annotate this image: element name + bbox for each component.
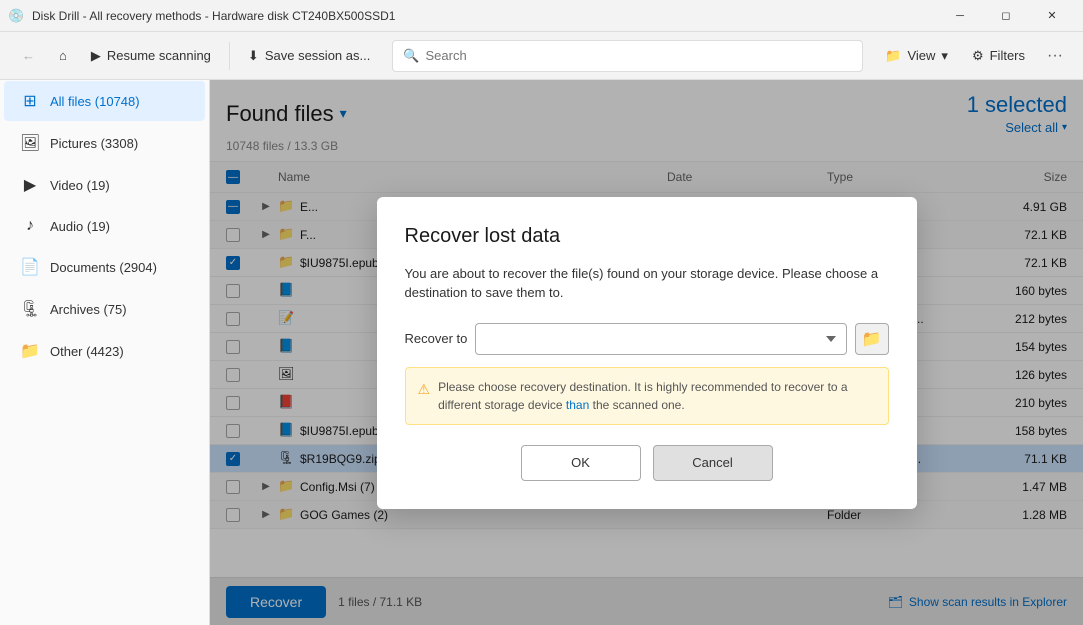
sidebar: ⊞ All files (10748) 🖼 Pictures (3308) ▶ … [0,80,210,625]
archive-icon: 🗜 [20,299,40,319]
sidebar-item-audio[interactable]: ♪ Audio (19) [4,207,205,245]
search-input[interactable] [426,48,853,63]
recover-to-select[interactable] [475,323,846,355]
home-button[interactable]: ⌂ [49,42,77,69]
view-button[interactable]: 📁 View ▾ [875,42,958,70]
back-button[interactable]: ← [12,42,45,69]
cancel-button[interactable]: Cancel [653,445,773,481]
document-icon: 📄 [20,257,40,277]
recover-to-label: Recover to [405,331,468,346]
resume-scanning-button[interactable]: ▶ Resume scanning [81,42,221,70]
play-icon: ▶ [91,48,101,64]
other-icon: 📁 [20,341,40,361]
modal-warning-text: Please choose recovery destination. It i… [438,378,875,414]
modal-overlay: Recover lost data You are about to recov… [210,80,1083,625]
ok-button[interactable]: OK [521,445,641,481]
image-icon: 🖼 [20,133,40,153]
browse-folder-button[interactable]: 📁 [855,323,889,355]
filter-icon: ⚙ [972,48,984,64]
grid-icon: ⊞ [20,91,40,111]
maximize-button[interactable]: ◻ [983,0,1029,32]
app-icon: 💿 [8,8,24,24]
chevron-down-icon: ▾ [941,48,948,64]
sidebar-item-video[interactable]: ▶ Video (19) [4,165,205,205]
search-icon: 🔍 [403,48,419,64]
titlebar: 💿 Disk Drill - All recovery methods - Ha… [0,0,1083,32]
search-box: 🔍 [392,40,863,72]
modal-title: Recover lost data [405,225,889,248]
minimize-button[interactable]: ─ [937,0,983,32]
modal-warning: ⚠ Please choose recovery destination. It… [405,367,889,425]
video-icon: ▶ [20,175,40,195]
titlebar-controls: ─ ◻ ✕ [937,0,1075,32]
main-layout: ⊞ All files (10748) 🖼 Pictures (3308) ▶ … [0,80,1083,625]
recover-modal: Recover lost data You are about to recov… [377,197,917,509]
save-session-button[interactable]: ⬇ Save session as... [238,42,380,70]
sidebar-item-all-files[interactable]: ⊞ All files (10748) [4,81,205,121]
modal-body: You are about to recover the file(s) fou… [405,264,889,303]
save-icon: ⬇ [248,48,259,64]
warning-link: than [566,398,589,412]
filters-button[interactable]: ⚙ Filters [962,42,1035,70]
sidebar-item-documents[interactable]: 📄 Documents (2904) [4,247,205,287]
warning-icon: ⚠ [418,379,431,400]
sidebar-item-archives[interactable]: 🗜 Archives (75) [4,289,205,329]
titlebar-title: Disk Drill - All recovery methods - Hard… [32,9,937,23]
home-icon: ⌂ [59,48,67,63]
close-button[interactable]: ✕ [1029,0,1075,32]
audio-icon: ♪ [20,217,40,235]
folder-icon: 📁 [885,48,901,64]
sidebar-item-pictures[interactable]: 🖼 Pictures (3308) [4,123,205,163]
modal-actions: OK Cancel [405,445,889,481]
back-icon: ← [22,48,35,63]
content-area: Found files ▾ 1 selected Select all ▾ 10… [210,80,1083,625]
folder-browse-icon: 📁 [862,329,882,349]
more-button[interactable]: ··· [1039,40,1071,72]
sidebar-item-other[interactable]: 📁 Other (4423) [4,331,205,371]
toolbar-separator [229,42,230,70]
toolbar: ← ⌂ ▶ Resume scanning ⬇ Save session as.… [0,32,1083,80]
modal-recover-row: Recover to 📁 [405,323,889,355]
